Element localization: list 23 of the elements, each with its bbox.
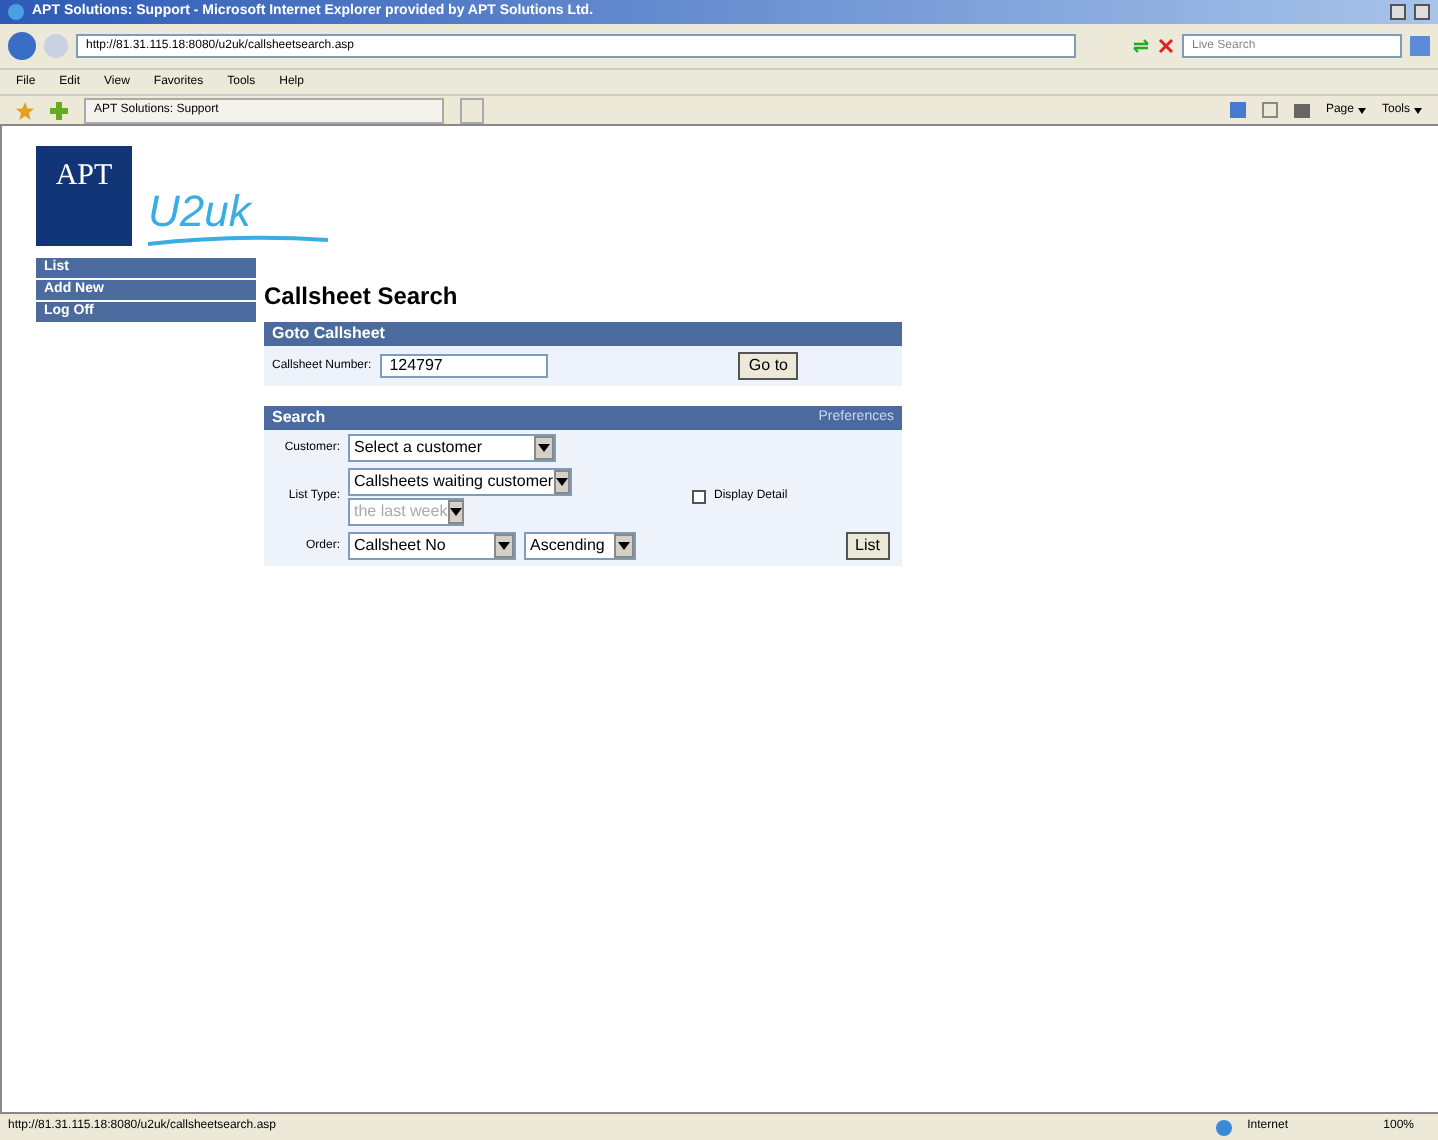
refresh-icon[interactable] (1132, 38, 1150, 54)
panel-header: Goto Callsheet (264, 322, 902, 346)
list-button[interactable]: List (845, 532, 890, 560)
page-heading: Callsheet Search (264, 280, 460, 314)
stop-icon[interactable] (1158, 38, 1174, 54)
go-to-button[interactable]: Go to (738, 352, 798, 380)
u2uk-logo: U2uk (148, 190, 328, 246)
callsheet-number-field[interactable]: 124797 (379, 354, 548, 378)
order-dropdown[interactable]: Callsheet No (348, 532, 516, 560)
direction-dropdown[interactable]: Ascending (524, 532, 636, 560)
panel-title: Search (272, 406, 326, 430)
checkbox[interactable] (692, 490, 706, 504)
star-icon[interactable] (16, 101, 34, 119)
apt-logo: APT (36, 146, 132, 246)
customer-dropdown[interactable]: Select a customer (348, 434, 556, 462)
new-tab-button[interactable] (460, 97, 484, 123)
caret-icon (1357, 107, 1366, 113)
list-type-dropdown[interactable]: Callsheets waiting customer (348, 468, 572, 496)
back-button[interactable] (8, 32, 36, 60)
add-favorite-icon[interactable] (50, 101, 68, 119)
caret-icon (1414, 107, 1422, 113)
minimize-button[interactable] (1390, 4, 1406, 20)
restore-button[interactable] (1414, 4, 1430, 20)
